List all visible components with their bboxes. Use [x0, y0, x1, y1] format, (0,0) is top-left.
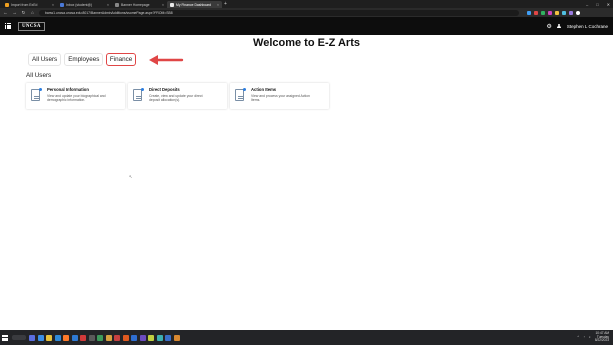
taskbar-app-icon[interactable] — [71, 334, 78, 341]
taskbar-app-icon[interactable] — [63, 334, 69, 341]
chevron-up-icon[interactable]: ^ — [577, 335, 579, 339]
taskbar-app-icon[interactable] — [165, 334, 171, 341]
taskbar-app-icon[interactable] — [173, 334, 180, 341]
maximize-button[interactable]: □ — [596, 2, 598, 7]
browser-tab[interactable]: Inbox (student@) × — [57, 1, 112, 8]
card-description: View and update your biographical and de… — [47, 93, 106, 102]
close-icon[interactable]: × — [107, 3, 109, 7]
back-icon[interactable]: ← — [3, 10, 8, 15]
card-description: View and process your assigned Action It… — [251, 93, 310, 102]
mouse-cursor-icon: ↖ — [129, 174, 133, 179]
url-text: banw1.uncsa.uncsa.edu:8017/BannerAdminAd… — [45, 10, 173, 15]
browser-tab-label: Banner Homepage — [121, 2, 150, 7]
taskbar-app-icon[interactable] — [80, 334, 86, 341]
header-user-area: ⚙ Stephen L Cochrane — [546, 23, 608, 30]
card-title: Action Items — [251, 87, 277, 92]
browser-tab-strip: Import from ExEd × Inbox (student@) × Ba… — [0, 0, 613, 8]
windows-taskbar: ^ ◔ ◖ 10:47 AM Tuesday 8/22/2023 — [0, 330, 613, 345]
card-personal-information[interactable]: Personal Information View and update you… — [26, 83, 125, 109]
document-icon — [133, 88, 144, 101]
taskbar-app-icon[interactable] — [131, 334, 137, 341]
extension-icon[interactable] — [569, 10, 573, 15]
card-action-items[interactable]: Action Items View and process your assig… — [230, 83, 329, 109]
window-controls: – □ ✕ — [586, 0, 610, 8]
extension-icon[interactable] — [562, 10, 566, 15]
taskbar-app-icon[interactable] — [114, 334, 120, 341]
card-direct-deposits[interactable]: Direct Deposits Create, view and update … — [128, 83, 227, 109]
gear-icon[interactable]: ⚙ — [546, 23, 551, 30]
taskbar-app-icon[interactable] — [139, 334, 146, 341]
tab-favicon — [170, 2, 174, 7]
taskbar-search[interactable] — [12, 335, 26, 340]
user-name[interactable]: Stephen L Cochrane — [567, 24, 608, 29]
browser-tab-active[interactable]: My Finance Dashboard × — [167, 1, 222, 8]
document-icon — [31, 88, 42, 101]
card-title: Personal Information — [47, 87, 89, 92]
app-header: UNCSA ⚙ Stephen L Cochrane — [0, 17, 613, 35]
home-icon[interactable]: ⌂ — [30, 10, 35, 15]
document-icon — [235, 88, 246, 101]
card-title: Direct Deposits — [149, 87, 180, 92]
taskbar-app-icon[interactable] — [148, 334, 154, 341]
extension-icons — [527, 10, 580, 15]
taskbar-app-icon[interactable] — [46, 334, 52, 341]
minimize-button[interactable]: – — [586, 2, 588, 7]
taskbar-app-icon[interactable] — [122, 334, 129, 341]
new-tab-button[interactable]: + — [224, 1, 227, 7]
browser-toolbar: ← → ↻ ⌂ banw1.uncsa.uncsa.edu:8017/Banne… — [0, 8, 613, 17]
browser-tab-label: My Finance Dashboard — [176, 2, 212, 7]
extension-icon[interactable] — [548, 10, 552, 15]
profile-avatar[interactable] — [576, 10, 580, 15]
taskbar-app-icon[interactable] — [37, 334, 44, 341]
close-icon[interactable]: × — [52, 3, 54, 7]
taskbar-app-icon[interactable] — [105, 334, 112, 341]
extension-icon[interactable] — [555, 10, 559, 15]
tab-all-users[interactable]: All Users — [28, 53, 62, 66]
taskbar-apps — [29, 334, 180, 341]
browser-tab[interactable]: Import from ExEd × — [2, 1, 57, 8]
tab-employees[interactable]: Employees — [64, 53, 104, 66]
taskbar-app-icon[interactable] — [88, 334, 95, 341]
close-icon[interactable]: × — [217, 3, 219, 7]
taskbar-app-icon[interactable] — [97, 334, 103, 341]
app-menu-icon[interactable] — [5, 23, 11, 29]
tab-favicon — [5, 2, 9, 7]
tab-favicon — [60, 2, 64, 7]
wifi-icon[interactable]: ◔ — [583, 335, 585, 339]
volume-icon[interactable]: ◖ — [589, 335, 591, 339]
forward-icon[interactable]: → — [12, 10, 17, 15]
browser-tab-label: Inbox (student@) — [66, 2, 93, 7]
taskbar-app-icon[interactable] — [156, 334, 163, 341]
close-window-button[interactable]: ✕ — [607, 2, 610, 7]
uncsa-logo[interactable]: UNCSA — [18, 21, 45, 31]
browser-tab-label: Import from ExEd — [11, 2, 38, 7]
user-icon[interactable] — [557, 23, 562, 29]
taskbar-app-icon[interactable] — [29, 334, 35, 341]
clock[interactable]: 10:47 AM Tuesday 8/22/2023 — [594, 331, 609, 343]
address-bar[interactable]: banw1.uncsa.uncsa.edu:8017/BannerAdminAd… — [39, 9, 519, 16]
extension-icon[interactable] — [527, 10, 531, 15]
tab-finance[interactable]: Finance — [106, 53, 136, 66]
extension-icon[interactable] — [534, 10, 538, 15]
card-description: Create, view and update your direct depo… — [149, 93, 203, 102]
browser-tab[interactable]: Banner Homepage × — [112, 1, 167, 8]
section-title: All Users — [26, 72, 52, 79]
page-title: Welcome to E-Z Arts — [253, 37, 360, 49]
extension-icon[interactable] — [541, 10, 545, 15]
close-icon[interactable]: × — [162, 3, 164, 7]
taskbar-app-icon[interactable] — [54, 334, 61, 341]
reload-icon[interactable]: ↻ — [21, 10, 26, 16]
annotation-arrow — [149, 55, 184, 65]
tab-favicon — [115, 2, 119, 7]
card-list: Personal Information View and update you… — [26, 83, 329, 109]
clock-date: 8/22/2023 — [594, 338, 609, 343]
role-tabs: All Users Employees Finance — [28, 53, 136, 66]
system-tray: ^ ◔ ◖ 10:47 AM Tuesday 8/22/2023 — [577, 331, 613, 343]
start-button[interactable] — [2, 334, 8, 341]
